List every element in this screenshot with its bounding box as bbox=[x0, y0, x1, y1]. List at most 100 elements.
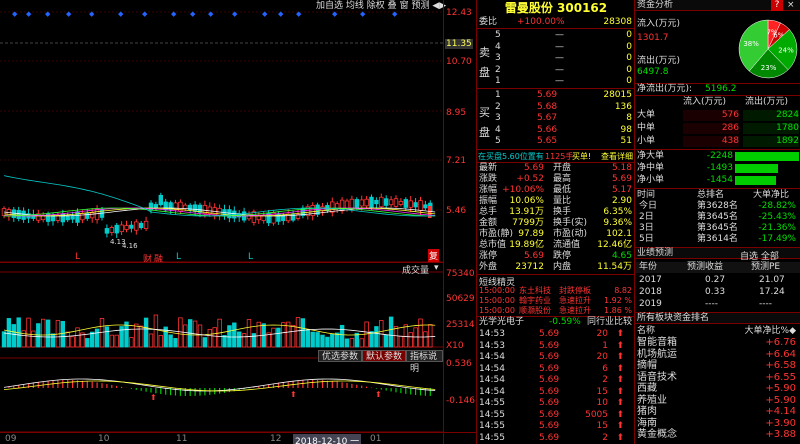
fund-close-icon[interactable]: × bbox=[787, 0, 795, 11]
sector-row[interactable]: 海南 +3.90 bbox=[635, 418, 800, 429]
candle-body bbox=[138, 222, 144, 229]
sector-col-value[interactable]: 大单净比%◆ bbox=[745, 326, 796, 337]
event-diamond-icon[interactable]: ◆ bbox=[142, 10, 148, 18]
volume-bar bbox=[60, 320, 65, 348]
buy-row-5[interactable]: 5 5.65 51 bbox=[477, 136, 634, 147]
sector-name: 养殖业 bbox=[637, 394, 667, 406]
buy-row-2[interactable]: 2 5.68 136 bbox=[477, 102, 634, 113]
candlestick-chart[interactable]: ◆ ◆ ◆ ◆ ◆ ◆ ◆ ◆ ◆ ◆ ◆ ◆ ◆ ◆ ◆ ◆ ◆ ⬆ ⬆ ⬆ bbox=[0, 0, 443, 444]
event-diamond-icon[interactable]: ◆ bbox=[171, 10, 177, 18]
fund-help-button[interactable]: ? bbox=[771, 0, 783, 11]
event-diamond-icon[interactable]: ◆ bbox=[208, 10, 214, 18]
stat-value: 5.18 bbox=[611, 163, 632, 173]
candle-body bbox=[383, 198, 389, 206]
sector-value: +6.55 bbox=[765, 371, 796, 383]
event-diamond-icon[interactable]: ◆ bbox=[262, 10, 268, 18]
ticks-compare-link[interactable]: 同行业比较 bbox=[587, 317, 632, 328]
stat-label: 开盘 bbox=[553, 163, 572, 173]
ticks-industry: 光学光电子 bbox=[479, 317, 525, 327]
sell-row-1[interactable]: 1 — 0 bbox=[477, 76, 634, 87]
earnings-col-header: 年份 预测收益 预测PE bbox=[635, 262, 800, 273]
event-diamond-icon[interactable]: ◆ bbox=[278, 10, 284, 18]
fund-row-out: 2824 bbox=[743, 110, 799, 121]
event-diamond-icon[interactable]: ◆ bbox=[45, 10, 51, 18]
sector-row[interactable]: 语音技术 +6.55 bbox=[635, 372, 800, 383]
volume-header bbox=[0, 262, 443, 272]
default-params-button[interactable]: 默认参数 bbox=[362, 350, 407, 362]
optimal-params-button[interactable]: 优选参数 bbox=[318, 350, 363, 362]
tab-self[interactable]: 自选 bbox=[740, 252, 758, 262]
sell-price: — bbox=[555, 76, 564, 86]
info-detail-link[interactable]: 查看详细 bbox=[601, 151, 633, 162]
volume-bar bbox=[428, 324, 433, 348]
buy-row-3[interactable]: 3 5.67 8 bbox=[477, 113, 634, 124]
sector-row[interactable]: 猪肉 +4.14 bbox=[635, 406, 800, 417]
sell-row-2[interactable]: 2 — 0 bbox=[477, 65, 634, 76]
buy-row-4[interactable]: 4 5.66 98 bbox=[477, 125, 634, 136]
candle-body bbox=[349, 198, 355, 210]
volume-bar bbox=[114, 334, 119, 348]
volume-tab[interactable]: 成交量 bbox=[402, 263, 429, 276]
chart-marker-fu-badge: 复 bbox=[428, 249, 440, 262]
sell-row-5[interactable]: 5 — 0 bbox=[477, 30, 634, 41]
rank-row: 今日 第3628名 -28.82% bbox=[635, 201, 800, 212]
event-diamond-icon[interactable]: ◆ bbox=[66, 10, 72, 18]
volume-bar bbox=[374, 326, 379, 348]
stat-value: +0.52 bbox=[516, 174, 544, 184]
candle-body bbox=[114, 224, 119, 234]
stat-value: 9.36% bbox=[603, 218, 632, 228]
volume-bar bbox=[408, 332, 413, 348]
event-diamond-icon[interactable]: ◆ bbox=[190, 10, 196, 18]
rank-time: 今日 bbox=[639, 201, 658, 211]
earnings-year: 2018 bbox=[639, 287, 662, 297]
event-diamond-icon[interactable]: ◆ bbox=[360, 10, 366, 18]
sell-row-3[interactable]: 3 — 0 bbox=[477, 53, 634, 64]
indicator-help-button[interactable]: 指标说明 bbox=[406, 350, 443, 374]
event-diamond-icon[interactable]: ◆ bbox=[392, 10, 398, 18]
chart-marker-l2: L bbox=[176, 252, 182, 262]
rank-net: -25.43% bbox=[758, 212, 796, 222]
stat-row: 涨停 5.69 跌停 4.65 bbox=[477, 251, 634, 262]
info-line[interactable]: 在买盘5.60位置有 1125手 买单! 查看详细 bbox=[477, 151, 634, 162]
alert-stock: 顺灏股份 bbox=[519, 306, 551, 315]
sector-row[interactable]: 黄金概念 +3.88 bbox=[635, 429, 800, 440]
earnings-eps: ---- bbox=[705, 299, 718, 309]
event-diamond-icon[interactable]: ◆ bbox=[12, 10, 18, 18]
earnings-col-year: 年份 bbox=[639, 262, 658, 272]
candle-body bbox=[403, 199, 408, 208]
event-diamond-icon[interactable]: ◆ bbox=[332, 10, 338, 18]
sell-row-4[interactable]: 4 — 0 bbox=[477, 42, 634, 53]
sector-row[interactable]: 智能音箱 +6.76 bbox=[635, 337, 800, 348]
sector-value: +3.90 bbox=[765, 417, 796, 429]
earnings-pe: 17.24 bbox=[759, 287, 785, 297]
buy-row-1[interactable]: 1 5.69 28015 bbox=[477, 90, 634, 101]
event-diamond-icon[interactable]: ◆ bbox=[232, 10, 238, 18]
volume-bar bbox=[295, 317, 301, 348]
sector-row[interactable]: 机场航运 +6.64 bbox=[635, 349, 800, 360]
candle-body bbox=[369, 196, 374, 208]
volume-bar bbox=[26, 317, 31, 348]
volume-bar bbox=[300, 318, 306, 348]
net-row-label: 净大单 bbox=[637, 151, 665, 161]
event-diamond-icon[interactable]: ◆ bbox=[296, 10, 302, 18]
volume-tick-3: 25314 bbox=[446, 320, 475, 330]
chart-area[interactable]: 加自选 均线 除权 叠 窗 预测 ◀▶ ◆ ◆ ◆ ◆ ◆ ◆ ◆ ◆ ◆ ◆ ◆ ◆ ◆ ◆ ◆ ◆ ◆ ⬆ ⬆… bbox=[0, 0, 446, 444]
event-diamond-icon[interactable]: ◆ bbox=[26, 10, 32, 18]
candle-body bbox=[153, 204, 159, 209]
net-row-value: -1493 bbox=[706, 163, 733, 173]
volume-tab-arrow-icon[interactable]: ▾ bbox=[434, 263, 439, 273]
stat-row: 最新 5.69 开盘 5.18 bbox=[477, 163, 634, 174]
event-diamond-icon[interactable]: ◆ bbox=[118, 10, 124, 18]
rank-col-time: 时间 bbox=[637, 190, 656, 200]
volume-bar bbox=[183, 324, 188, 348]
pie-label: 24% bbox=[778, 47, 794, 55]
rank-row: 2日 第3645名 -25.43% bbox=[635, 212, 800, 223]
event-diamond-icon[interactable]: ◆ bbox=[89, 10, 95, 18]
sector-row[interactable]: 养殖业 +5.90 bbox=[635, 395, 800, 406]
up-arrow-icon: ⬆ bbox=[616, 352, 624, 362]
tab-all[interactable]: 全部 bbox=[761, 252, 779, 262]
volume-bar bbox=[359, 338, 364, 348]
sector-row[interactable]: 摘帽 +6.58 bbox=[635, 360, 800, 371]
alert-row[interactable]: 15:00:00 顺灏股份 急速拉升 1.86 % bbox=[477, 305, 634, 316]
sector-row[interactable]: 西藏 +5.90 bbox=[635, 383, 800, 394]
